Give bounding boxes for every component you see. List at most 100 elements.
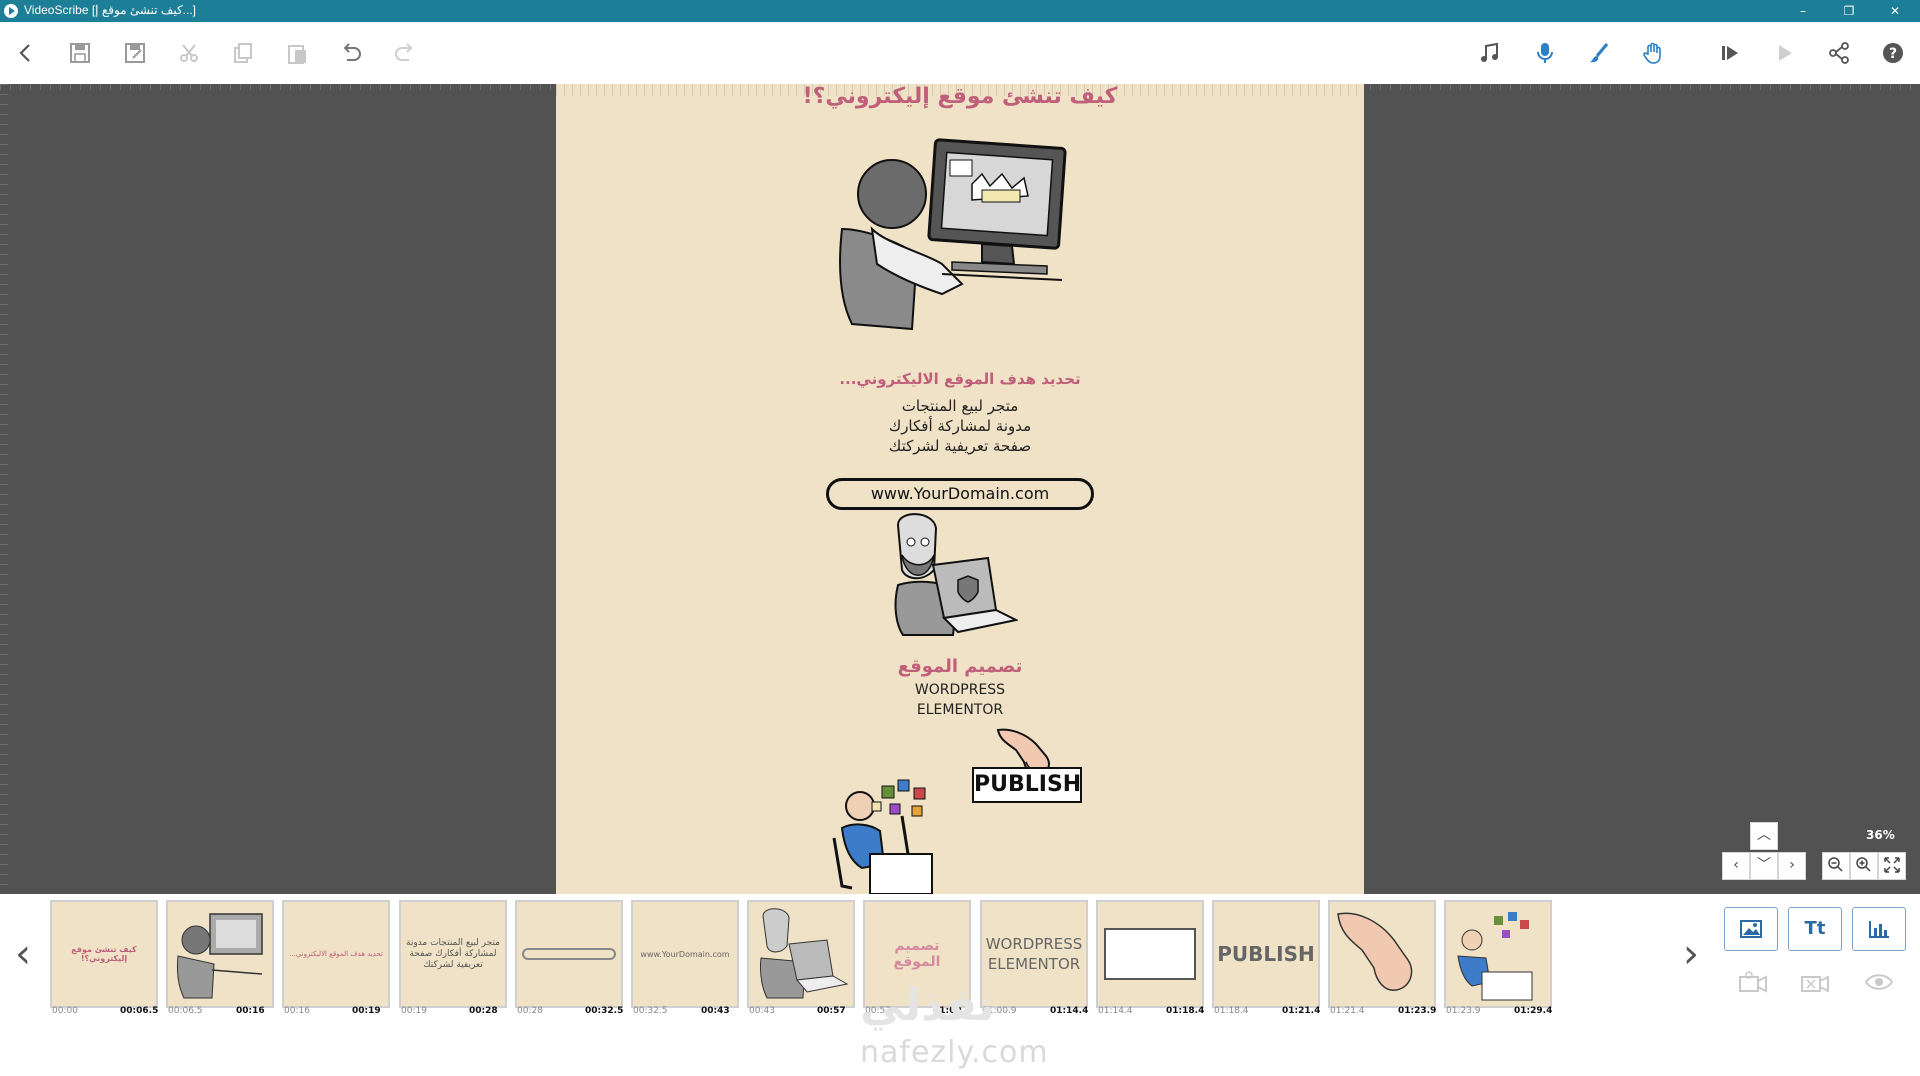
camera-add-icon[interactable] — [1738, 970, 1768, 994]
man-with-laptop-image[interactable] — [878, 510, 1018, 640]
thumbnail-image — [1334, 902, 1430, 1006]
pan-right-button[interactable]: › — [1778, 852, 1806, 880]
close-button[interactable]: ✕ — [1880, 2, 1910, 20]
timeline-thumbnail[interactable] — [515, 900, 623, 1008]
chart-icon — [1869, 921, 1889, 938]
thumbnail-start-time: 01:14.4 — [1098, 1006, 1133, 1016]
thumbnail-start-time: 00:28 — [517, 1006, 543, 1016]
timeline-next-button[interactable]: › — [1676, 934, 1706, 974]
window-titlebar: VideoScribe [كيف تنشئ موقع إ...] – ❐ ✕ — [0, 0, 1920, 22]
thumbnail-end-time: 00:28 — [469, 1006, 498, 1016]
workspace: كيف تنشئ موقع إليكتروني؟! تحديد هدف المو… — [0, 84, 1920, 894]
fit-screen-icon — [1884, 857, 1900, 873]
timeline-thumbnail[interactable] — [1096, 900, 1204, 1008]
main-toolbar: ? — [0, 22, 1920, 84]
undo-icon[interactable] — [337, 39, 365, 67]
thumbnail-end-time: 01:29.4 — [1514, 1006, 1553, 1016]
save-as-icon[interactable] — [121, 39, 149, 67]
paste-icon[interactable] — [283, 39, 311, 67]
publish-button-graphic[interactable]: PUBLISH — [972, 767, 1082, 803]
cut-icon[interactable] — [175, 39, 203, 67]
domain-textbox[interactable]: www.YourDomain.com — [826, 478, 1094, 510]
thumbnail-end-time: 00:32.5 — [585, 1006, 624, 1016]
timeline-thumbnail[interactable]: تحديد هدف الموقع الاليكتروني... — [282, 900, 390, 1008]
thumbnail-image — [172, 902, 268, 1006]
thumbnail-start-time: 01:21.4 — [1330, 1006, 1365, 1016]
thumbnail-end-time: 01:21.4 — [1282, 1006, 1321, 1016]
goal-subtitle[interactable]: تحديد هدف الموقع الاليكتروني... — [556, 370, 1364, 388]
thumbnail-end-time: 00:43 — [701, 1006, 730, 1016]
thumbnail-image — [1450, 902, 1546, 1006]
thumbnail-end-time: 01:23.9 — [1398, 1006, 1437, 1016]
thumbnail-start-time: 01:23.9 — [1446, 1006, 1481, 1016]
share-icon[interactable] — [1825, 39, 1853, 67]
timeline-thumbnail[interactable] — [1444, 900, 1552, 1008]
thumbnail-label: www.YourDomain.com — [640, 949, 730, 959]
timeline-thumbnail[interactable] — [1328, 900, 1436, 1008]
thumbnail-end-time: 01:14.4 — [1050, 1006, 1089, 1016]
person-at-desk-image[interactable] — [832, 776, 962, 894]
goal-item-blog[interactable]: مدونة لمشاركة أفكارك — [556, 416, 1364, 436]
watermark-arabic: نفذلي — [860, 980, 995, 1031]
thumbnail-label: PUBLISH — [1217, 942, 1315, 966]
visibility-icon[interactable] — [1864, 970, 1894, 994]
design-tool-elementor[interactable]: ELEMENTOR — [556, 700, 1364, 720]
timeline-thumbnail[interactable]: كيف تنشئ موقع إليكتروني؟! — [50, 900, 158, 1008]
timeline-prev-button[interactable]: ‹ — [8, 934, 38, 974]
goal-item-store[interactable]: متجر لبيع المنتجات — [556, 396, 1364, 416]
canvas-title[interactable]: كيف تنشئ موقع إليكتروني؟! — [556, 84, 1364, 109]
thumbnail-start-time: 01:18.4 — [1214, 1006, 1249, 1016]
fit-screen-button[interactable] — [1878, 852, 1906, 880]
play-icon[interactable] — [1770, 39, 1798, 67]
minimize-button[interactable]: – — [1788, 2, 1818, 20]
brush-icon[interactable] — [1585, 39, 1613, 67]
music-icon[interactable] — [1476, 39, 1504, 67]
restore-button[interactable]: ❐ — [1834, 2, 1864, 20]
thumbnail-label: تحديد هدف الموقع الاليكتروني... — [289, 950, 383, 958]
thumbnail-end-time: 00:57 — [817, 1006, 846, 1016]
copy-icon[interactable] — [229, 39, 257, 67]
timeline-thumbnail[interactable]: www.YourDomain.com — [631, 900, 739, 1008]
thumbnail-start-time: 00:19 — [401, 1006, 427, 1016]
camera-remove-icon[interactable] — [1800, 970, 1830, 994]
design-heading[interactable]: تصميم الموقع — [556, 656, 1364, 677]
hand-icon[interactable] — [1639, 39, 1667, 67]
man-at-computer-image[interactable] — [832, 134, 1082, 334]
thumbnail-end-time: 00:06.5 — [120, 1006, 159, 1016]
pan-up-button[interactable]: ︿ — [1750, 822, 1778, 850]
zoom-out-button[interactable] — [1822, 852, 1850, 880]
add-text-button[interactable]: Tt — [1788, 907, 1842, 951]
zoom-level: 36% — [1866, 828, 1895, 842]
timeline-thumbnail[interactable]: WORDPRESS ELEMENTOR — [980, 900, 1088, 1008]
timeline-thumbnail[interactable]: PUBLISH — [1212, 900, 1320, 1008]
ruler-left — [0, 84, 8, 894]
preview-from-icon[interactable] — [1716, 39, 1744, 67]
back-icon[interactable] — [12, 39, 40, 67]
thumbnail-label: كيف تنشئ موقع إليكتروني؟! — [71, 945, 137, 963]
thumbnail-start-time: 00:16 — [284, 1006, 310, 1016]
redo-icon[interactable] — [391, 39, 419, 67]
thumbnail-shape — [521, 902, 617, 1006]
goal-item-company-page[interactable]: صفحة تعريفية لشركتك — [556, 436, 1364, 456]
microphone-icon[interactable] — [1531, 39, 1559, 67]
videoscribe-logo-icon — [4, 4, 18, 18]
pan-left-button[interactable]: ‹ — [1722, 852, 1750, 880]
thumbnail-image — [753, 902, 849, 1006]
image-icon — [1740, 920, 1762, 938]
save-icon[interactable] — [66, 39, 94, 67]
timeline-thumbnail[interactable]: متجر لبيع المنتجات مدونة لمشاركة أفكارك … — [399, 900, 507, 1008]
zoom-in-button[interactable] — [1850, 852, 1878, 880]
zoom-in-icon — [1856, 857, 1871, 872]
add-image-button[interactable] — [1724, 907, 1778, 951]
thumbnail-label: WORDPRESS ELEMENTOR — [985, 935, 1083, 973]
thumbnail-label: متجر لبيع المنتجات مدونة لمشاركة أفكارك … — [406, 937, 500, 970]
help-icon[interactable]: ? — [1879, 39, 1907, 67]
pan-down-button[interactable]: ﹀ — [1750, 852, 1778, 880]
add-chart-button[interactable] — [1852, 907, 1906, 951]
timeline-thumbnail[interactable] — [747, 900, 855, 1008]
design-tool-wordpress[interactable]: WORDPRESS — [556, 680, 1364, 700]
thumbnail-end-time: 00:16 — [236, 1006, 265, 1016]
thumbnail-start-time: 00:06.5 — [168, 1006, 203, 1016]
scene-canvas[interactable]: كيف تنشئ موقع إليكتروني؟! تحديد هدف المو… — [556, 84, 1364, 894]
timeline-thumbnail[interactable] — [166, 900, 274, 1008]
